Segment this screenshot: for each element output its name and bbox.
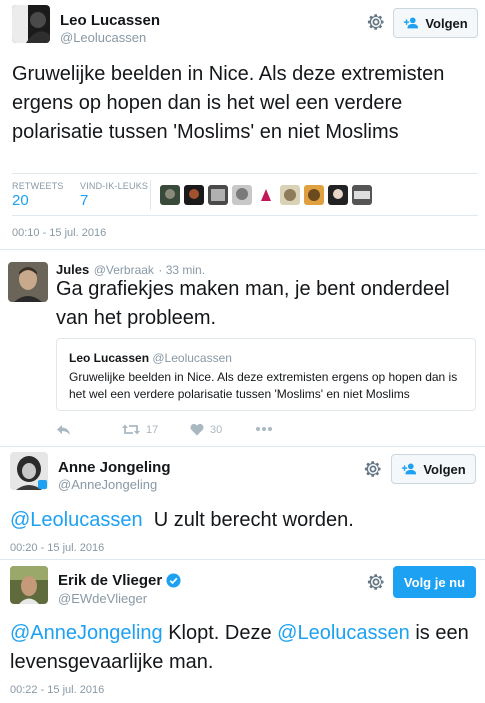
like-action[interactable]: 30 xyxy=(190,423,222,436)
avatar-jules[interactable] xyxy=(8,262,48,302)
tweet-anne-jongeling: Anne Jongeling @AnneJongeling Volgen @Le… xyxy=(0,447,485,559)
mention-link[interactable]: @AnneJongeling xyxy=(10,622,163,644)
quote-author-handle: @Leolucassen xyxy=(152,351,232,365)
follow-button[interactable]: Volgen xyxy=(391,454,476,484)
stats-separator xyxy=(150,180,151,210)
tweet-leo-lucassen: Leo Lucassen @Leolucassen Volgen Gruweli… xyxy=(0,0,485,245)
divider xyxy=(12,215,478,216)
author-handle[interactable]: @Leolucassen xyxy=(60,30,146,45)
tweet-text: Gruwelijke beelden in Nice. Als deze ext… xyxy=(12,63,445,143)
liker-avatar[interactable] xyxy=(280,185,300,205)
mention-link[interactable]: @Leolucassen xyxy=(10,509,143,531)
reply-icon xyxy=(57,425,70,435)
gear-icon[interactable] xyxy=(366,572,386,592)
heart-icon xyxy=(190,423,204,436)
author-name[interactable]: Anne Jongeling xyxy=(58,459,171,476)
tweet-timestamp[interactable]: 00:10 - 15 jul. 2016 xyxy=(12,227,106,239)
avatar-anne-jongeling[interactable] xyxy=(10,452,48,490)
author-name-text: Erik de Vlieger xyxy=(58,572,163,589)
author-handle[interactable]: @AnneJongeling xyxy=(58,477,157,492)
avatar-leo-lucassen[interactable] xyxy=(12,5,50,43)
retweet-action[interactable]: 17 xyxy=(122,423,158,436)
add-user-icon xyxy=(402,463,417,475)
tweet-text: @Leolucassen U zult berecht worden. xyxy=(10,506,476,535)
liker-avatar[interactable] xyxy=(160,185,180,205)
liker-avatar[interactable] xyxy=(328,185,348,205)
mention-link[interactable]: @Leolucassen xyxy=(277,622,410,644)
tweet-text: @AnneJongeling Klopt. Deze @Leolucassen … xyxy=(10,619,476,677)
gear-icon[interactable] xyxy=(363,459,383,479)
reply-text: Ga grafiekjes maken man, je bent onderde… xyxy=(56,278,450,329)
liker-avatar[interactable] xyxy=(352,185,372,205)
follow-label: Volgen xyxy=(425,15,468,31)
retweets-count[interactable]: 20 xyxy=(12,192,29,209)
tweet-body: U zult berecht worden. xyxy=(153,509,354,531)
quoted-tweet[interactable]: Leo Lucassen @Leolucassen Gruwelijke bee… xyxy=(56,338,476,411)
likes-count[interactable]: 7 xyxy=(80,192,88,209)
author-name[interactable]: Leo Lucassen xyxy=(60,12,160,29)
add-user-icon xyxy=(404,17,419,29)
liker-avatar[interactable] xyxy=(184,185,204,205)
likes-label: VIND-IK-LEUKS xyxy=(80,181,149,191)
author-name[interactable]: Erik de Vlieger xyxy=(58,572,181,589)
tweet-timestamp[interactable]: 00:22 - 15 jul. 2016 xyxy=(10,684,104,696)
more-action[interactable] xyxy=(255,422,273,436)
reply-action[interactable] xyxy=(56,424,72,436)
quote-text: Gruwelijke beelden in Nice. Als deze ext… xyxy=(69,370,458,401)
tweet-erik-de-vlieger: Erik de Vlieger @EWdeVlieger Volg je nu … xyxy=(0,560,485,703)
retweets-label: RETWEETS xyxy=(12,181,64,191)
author-handle[interactable]: @EWdeVlieger xyxy=(58,591,147,606)
reply-jules: Jules @Verbraak · 33 min. Ga grafiekjes … xyxy=(0,250,485,445)
retweet-icon xyxy=(122,424,140,435)
following-button[interactable]: Volg je nu xyxy=(393,566,476,598)
gear-icon[interactable] xyxy=(366,12,386,32)
following-label: Volg je nu xyxy=(403,574,466,590)
quote-author: Leo Lucassen @Leolucassen xyxy=(69,351,232,365)
liker-avatar[interactable] xyxy=(304,185,324,205)
divider xyxy=(12,173,478,174)
verified-icon xyxy=(166,573,181,588)
follow-label: Volgen xyxy=(423,461,466,477)
tweet-body-part1: Klopt. Deze xyxy=(168,622,272,644)
retweet-count: 17 xyxy=(146,423,159,436)
tweet-timestamp[interactable]: 00:20 - 15 jul. 2016 xyxy=(10,542,104,554)
follow-button[interactable]: Volgen xyxy=(393,8,478,38)
quote-author-name: Leo Lucassen xyxy=(69,351,150,365)
liker-avatar[interactable] xyxy=(232,185,252,205)
avatar-erik-de-vlieger[interactable] xyxy=(10,566,48,604)
liker-avatar[interactable] xyxy=(256,185,276,205)
liker-avatar[interactable] xyxy=(208,185,228,205)
more-icon xyxy=(256,427,272,431)
like-count: 30 xyxy=(210,423,223,436)
